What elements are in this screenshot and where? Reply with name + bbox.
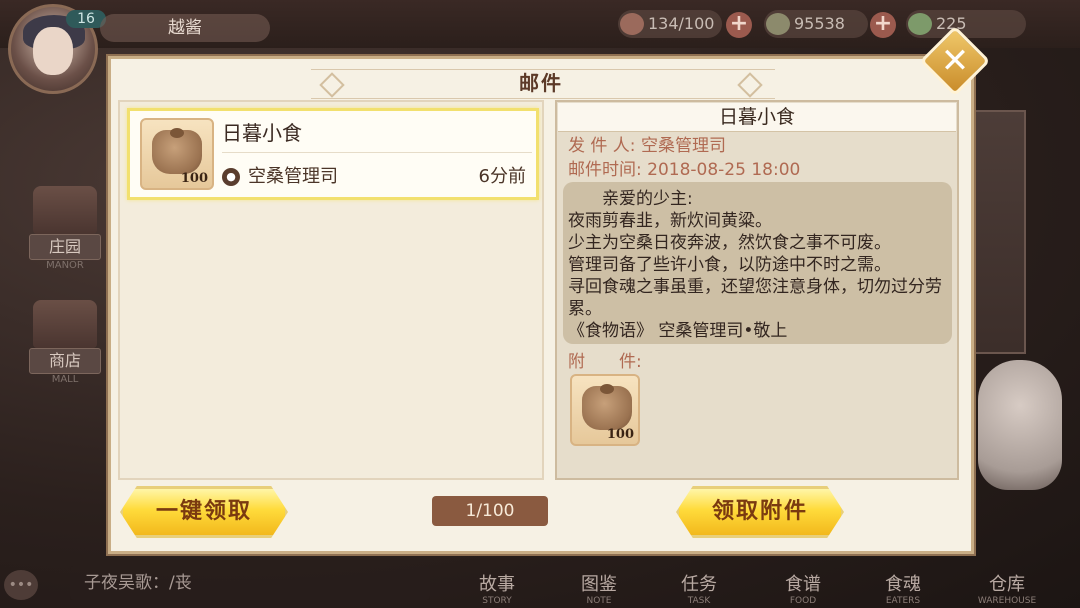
- gem-counter: 225: [906, 10, 1026, 38]
- tab-note[interactable]: 图鉴 NOTE: [564, 548, 634, 608]
- sidebar-item-label: 庄园: [29, 234, 101, 260]
- time-label: 邮件时间:: [568, 160, 642, 180]
- sender-value: 空桑管理司: [640, 136, 726, 156]
- add-stamina-button[interactable]: +: [726, 12, 752, 38]
- player-name: 越酱: [100, 14, 270, 42]
- sender-label: 发 件 人:: [568, 136, 636, 156]
- mail-item-sender: 空桑管理司: [248, 166, 338, 187]
- detail-subject: 日暮小食: [718, 106, 795, 128]
- food-bowl-icon: [620, 13, 644, 35]
- mall-building-icon: [33, 300, 97, 348]
- page-indicator: 1/100: [432, 496, 548, 526]
- close-icon[interactable]: ✕: [930, 36, 980, 86]
- coin-leaf-icon: [766, 13, 790, 35]
- attachment-quantity: 100: [606, 427, 634, 442]
- coin-counter: 95538: [764, 10, 868, 38]
- lucky-cat-mascot[interactable]: [978, 360, 1062, 490]
- attachment-label: 附 件:: [568, 352, 642, 372]
- chat-bar[interactable]: 子夜吴歌：/丧: [70, 566, 430, 600]
- tab-task[interactable]: 任务 TASK: [664, 548, 734, 608]
- chat-icon[interactable]: •••: [4, 570, 38, 600]
- tab-story[interactable]: 故事 STORY: [462, 548, 532, 608]
- time-value: 2018-08-25 18:00: [647, 160, 801, 180]
- stamina-value: 134/100: [648, 14, 715, 33]
- mail-item-time: 6分前: [478, 166, 526, 187]
- detail-time-row: 邮件时间: 2018-08-25 18:00: [568, 159, 800, 181]
- add-coins-button[interactable]: +: [870, 12, 896, 38]
- sidebar-item-sublabel: MANOR: [46, 260, 84, 271]
- tab-warehouse[interactable]: 仓库 WAREHOUSE: [972, 548, 1042, 608]
- attachment-item-icon[interactable]: 100: [570, 374, 640, 446]
- mail-item-subject: 日暮小食: [222, 121, 302, 145]
- sidebar-item-label: 商店: [29, 348, 101, 374]
- stamina-counter: 134/100: [618, 10, 722, 38]
- claim-attachment-button[interactable]: 领取附件: [676, 486, 844, 538]
- claim-all-button[interactable]: 一键领取: [120, 486, 288, 538]
- sidebar-item-mall[interactable]: 商店 MALL: [20, 300, 110, 385]
- manor-building-icon: [33, 186, 97, 234]
- coin-value: 95538: [794, 14, 845, 33]
- sidebar-item-sublabel: MALL: [51, 374, 79, 385]
- item-quantity: 100: [180, 171, 208, 186]
- sidebar-item-manor[interactable]: 庄园 MANOR: [20, 186, 110, 271]
- tab-eaters[interactable]: 食魂 EATERS: [868, 548, 938, 608]
- detail-sender-row: 发 件 人: 空桑管理司: [568, 135, 726, 157]
- divider: [222, 152, 532, 153]
- mail-body-text: 亲爱的少主: 夜雨剪春韭，新炊间黄粱。 少主为空桑日夜奔波，然饮食之事不可废。 …: [568, 189, 942, 341]
- tab-food[interactable]: 食谱 FOOD: [768, 548, 838, 608]
- dialog-title: 邮件: [519, 71, 563, 95]
- steamed-bun-icon: 100: [140, 118, 214, 190]
- user-icon: ●: [222, 168, 240, 186]
- jade-coin-icon: [908, 13, 932, 35]
